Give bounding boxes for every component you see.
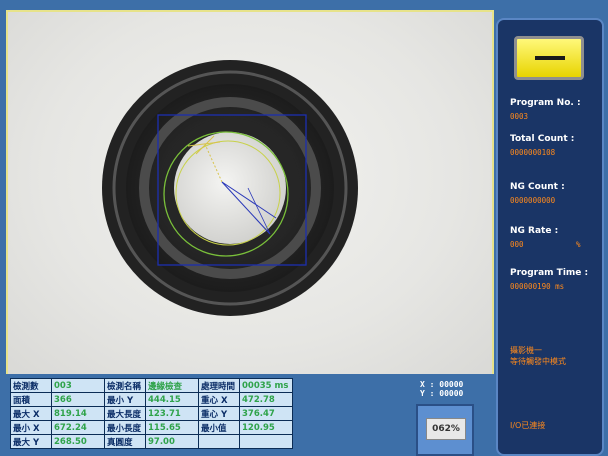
ng-rate-unit: % <box>576 240 581 249</box>
table-cell-label <box>198 434 240 449</box>
table-row: 檢測數 003 檢測名稱 邊緣檢查 處理時間 00035 ms <box>10 378 293 393</box>
table-cell-value <box>239 434 293 449</box>
table-cell-label: 最大長度 <box>104 406 146 421</box>
table-cell-value: 376.47 <box>239 406 293 421</box>
mode-line-1: 攝影機一 <box>510 346 542 355</box>
total-count-value: 0000000108 <box>510 148 556 157</box>
status-panel: Program No. : 0003 Total Count : 0000000… <box>496 18 604 456</box>
table-cell-value: 115.65 <box>145 420 199 435</box>
camera-mode-message: 攝影機一 等待觸發中模式 <box>510 345 566 367</box>
ng-rate-label: NG Rate : <box>510 226 559 236</box>
io-status: I/O已連接 <box>510 421 546 430</box>
table-cell-value: 366 <box>51 392 105 407</box>
dash-icon <box>535 56 565 60</box>
status-lamp <box>514 36 584 80</box>
table-cell-label: 檢測數 <box>10 378 52 393</box>
coordinate-readout: X : 00000 Y : 00000 <box>420 380 463 398</box>
program-time-value: 000000190 ms <box>510 282 565 291</box>
program-time-label: Program Time : <box>510 268 589 278</box>
table-cell-value: 672.24 <box>51 420 105 435</box>
table-cell-value: 444.15 <box>145 392 199 407</box>
table-cell-label: 重心 Y <box>198 406 240 421</box>
zoom-panel: 062% <box>416 404 474 456</box>
table-cell-value: 邊緣檢查 <box>145 378 199 393</box>
ng-count-value: 0000000000 <box>510 196 556 205</box>
table-cell-value: 819.14 <box>51 406 105 421</box>
table-cell-label: 最大 X <box>10 406 52 421</box>
total-count-label: Total Count : <box>510 134 575 144</box>
table-cell-label: 面積 <box>10 392 52 407</box>
table-row: 面積 366 最小 Y 444.15 重心 X 472.78 <box>10 392 293 407</box>
inspection-image <box>102 60 358 316</box>
table-cell-label: 檢測名稱 <box>104 378 146 393</box>
program-no-value: 0003 <box>510 112 529 121</box>
table-row: 最小 X 672.24 最小長度 115.65 最小值 120.95 <box>10 420 293 435</box>
table-cell-label: 最小 X <box>10 420 52 435</box>
table-cell-value: 268.50 <box>51 434 105 449</box>
table-cell-label: 處理時間 <box>198 378 240 393</box>
table-cell-value: 00035 ms <box>239 378 293 393</box>
table-cell-label: 最小長度 <box>104 420 146 435</box>
table-cell-label: 重心 X <box>198 392 240 407</box>
mode-line-2: 等待觸發中模式 <box>510 357 566 366</box>
table-row: 最大 X 819.14 最大長度 123.71 重心 Y 376.47 <box>10 406 293 421</box>
measurement-table: 檢測數 003 檢測名稱 邊緣檢查 處理時間 00035 ms 面積 366 最… <box>10 378 293 449</box>
program-no-label: Program No. : <box>510 98 581 108</box>
ng-rate-value: 000 <box>510 240 524 249</box>
ng-count-label: NG Count : <box>510 182 565 192</box>
table-cell-label: 真圓度 <box>104 434 146 449</box>
zoom-percent-button[interactable]: 062% <box>426 418 466 440</box>
table-row: 最大 Y 268.50 真圓度 97.00 <box>10 434 293 449</box>
table-cell-label: 最小 Y <box>104 392 146 407</box>
table-cell-value: 123.71 <box>145 406 199 421</box>
table-cell-label: 最小值 <box>198 420 240 435</box>
table-cell-value: 97.00 <box>145 434 199 449</box>
table-cell-value: 120.95 <box>239 420 293 435</box>
table-cell-value: 472.78 <box>239 392 293 407</box>
y-coordinate: Y : 00000 <box>420 389 464 398</box>
camera-viewport <box>6 10 494 376</box>
x-coordinate: X : 00000 <box>420 380 464 389</box>
table-cell-value: 003 <box>51 378 105 393</box>
bearing-part <box>102 60 358 316</box>
table-cell-label: 最大 Y <box>10 434 52 449</box>
measurement-bar: 檢測數 003 檢測名稱 邊緣檢查 處理時間 00035 ms 面積 366 最… <box>6 374 494 456</box>
